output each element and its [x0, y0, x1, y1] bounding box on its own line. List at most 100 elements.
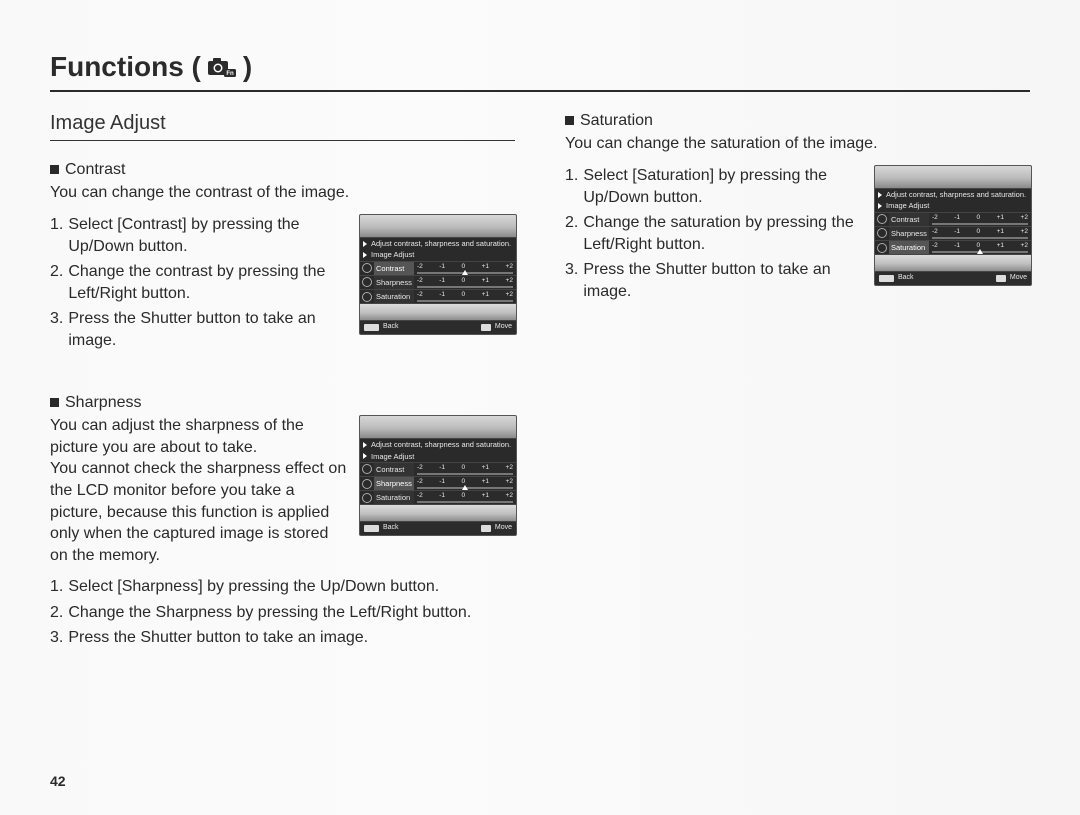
right-column: Saturation You can change the saturation…	[565, 110, 1030, 685]
lcd-row-label: Sharpness	[889, 226, 929, 240]
step-text: Change the contrast by pressing the Left…	[68, 261, 349, 304]
lcd-footer-back: Back	[898, 274, 914, 283]
sub-desc-sharpness-2: You cannot check the sharpness effect on…	[50, 458, 349, 566]
desc-and-lcd-sharpness: You can adjust the sharpness of the pict…	[50, 415, 515, 566]
lcd-footer: Back Move	[360, 521, 516, 535]
steps-sharpness: 1.Select [Sharpness] by pressing the Up/…	[50, 576, 515, 649]
steps-contrast: 1.Select [Contrast] by pressing the Up/D…	[50, 214, 349, 356]
step: 2.Change the Sharpness by pressing the L…	[50, 602, 515, 624]
lcd-row-label: Contrast	[374, 261, 414, 275]
lcd-row-label: Saturation	[374, 289, 414, 303]
lcd-title-row: Image Adjust	[875, 200, 1031, 211]
lcd-scale: -2-10+1+2	[929, 240, 1031, 254]
menu-button-icon	[364, 525, 379, 532]
lcd-preview-image	[875, 254, 1031, 271]
desc-block: You can adjust the sharpness of the pict…	[50, 415, 349, 566]
lcd-footer: Back Move	[360, 320, 516, 334]
square-bullet-icon	[565, 116, 574, 125]
step-text: Select [Sharpness] by pressing the Up/Do…	[68, 576, 439, 598]
subblock-contrast: Contrast You can change the contrast of …	[50, 159, 515, 356]
lcd-illustration: Adjust contrast, sharpness and saturatio…	[874, 165, 1030, 286]
lcd-footer-back: Back	[383, 524, 399, 533]
step-number: 3.	[50, 627, 63, 649]
sub-title-sharpness: Sharpness	[50, 392, 515, 414]
lcd-scale: -2-10+1+2	[414, 476, 516, 490]
lcd-scale: -2-10+1+2	[414, 462, 516, 476]
step-number: 1.	[50, 214, 63, 257]
contrast-icon	[360, 261, 374, 275]
lcd-title-row: Image Adjust	[360, 451, 516, 462]
page-title-text-before: Functions (	[50, 48, 201, 86]
step: 1.Select [Saturation] by pressing the Up…	[565, 165, 864, 208]
sub-desc-contrast: You can change the contrast of the image…	[50, 182, 515, 204]
manual-page: Functions ( Fn ) Image Adjust Contrast	[0, 0, 1080, 815]
step-text: Change the saturation by pressing the Le…	[583, 212, 864, 255]
saturation-icon	[360, 289, 374, 303]
page-title: Functions ( Fn )	[50, 48, 1030, 92]
lcd-preview-image	[875, 166, 1031, 188]
triangle-icon	[363, 453, 367, 459]
left-column: Image Adjust Contrast You can change the…	[50, 110, 515, 685]
step: 1.Select [Contrast] by pressing the Up/D…	[50, 214, 349, 257]
lcd-footer: Back Move	[875, 271, 1031, 285]
triangle-icon	[878, 192, 882, 198]
lcd-adjust-row-saturation: Saturation -2-10+1+2	[360, 289, 516, 303]
lcd-adjust-row-sharpness: Sharpness-2-10+1+2	[875, 226, 1031, 240]
menu-button-icon	[364, 324, 379, 331]
step-text: Press the Shutter button to take an imag…	[68, 627, 368, 649]
lcd-footer-move: Move	[495, 323, 512, 332]
square-bullet-icon	[50, 165, 59, 174]
slider-marker-icon	[462, 485, 468, 490]
step-number: 3.	[565, 259, 578, 302]
lcd-tip-row: Adjust contrast, sharpness and saturatio…	[875, 188, 1031, 200]
lcd-footer-move: Move	[1010, 274, 1027, 283]
page-title-text-after: )	[243, 48, 252, 86]
page-number: 42	[50, 772, 66, 791]
lcd-scale: -2-10+1+2	[929, 212, 1031, 226]
steps-saturation: 1.Select [Saturation] by pressing the Up…	[565, 165, 864, 307]
menu-button-icon	[879, 275, 894, 282]
step-text: Press the Shutter button to take an imag…	[68, 308, 349, 351]
slider-marker-icon	[977, 249, 983, 254]
lcd-footer-back: Back	[383, 323, 399, 332]
nav-button-icon	[481, 324, 491, 331]
triangle-icon	[878, 203, 882, 209]
lcd-footer-move: Move	[495, 524, 512, 533]
step-number: 1.	[50, 576, 63, 598]
step: 1.Select [Sharpness] by pressing the Up/…	[50, 576, 515, 598]
sub-title-contrast: Contrast	[50, 159, 515, 181]
lcd-adjust-row-contrast: Contrast-2-10+1+2	[875, 212, 1031, 226]
lcd-row-label: Sharpness	[374, 275, 414, 289]
step-text: Press the Shutter button to take an imag…	[583, 259, 864, 302]
step-number: 3.	[50, 308, 63, 351]
lcd-row-label: Contrast	[889, 212, 929, 226]
lcd-tip-text: Adjust contrast, sharpness and saturatio…	[371, 239, 511, 248]
nav-button-icon	[996, 275, 1006, 282]
lcd-illustration: Adjust contrast, sharpness and saturatio…	[359, 415, 515, 536]
triangle-icon	[363, 252, 367, 258]
step-text: Select [Contrast] by pressing the Up/Dow…	[68, 214, 349, 257]
sub-desc-saturation: You can change the saturation of the ima…	[565, 133, 1030, 155]
lcd-tip-text: Adjust contrast, sharpness and saturatio…	[371, 440, 511, 449]
lcd-tip-row: Adjust contrast, sharpness and saturatio…	[360, 237, 516, 249]
lcd-scale: -2-10+1+2	[929, 226, 1031, 240]
step: 3.Press the Shutter button to take an im…	[565, 259, 864, 302]
lcd-preview-image	[360, 215, 516, 237]
lcd-illustration: Adjust contrast, sharpness and saturatio…	[359, 214, 515, 335]
step-number: 1.	[565, 165, 578, 208]
step: 2.Change the contrast by pressing the Le…	[50, 261, 349, 304]
lcd-scale: -2-10+1+2	[414, 275, 516, 289]
step: 3.Press the Shutter button to take an im…	[50, 308, 349, 351]
saturation-icon	[360, 490, 374, 504]
sub-desc-sharpness-1: You can adjust the sharpness of the pict…	[50, 415, 349, 458]
sub-title-saturation: Saturation	[565, 110, 1030, 132]
slider-marker-icon	[462, 270, 468, 275]
lcd-adjust-row-sharpness: Sharpness -2-10+1+2	[360, 275, 516, 289]
lcd-title-text: Image Adjust	[371, 250, 414, 259]
lcd-adjust-row-contrast: Contrast-2-10+1+2	[360, 462, 516, 476]
triangle-icon	[363, 241, 367, 247]
sharpness-icon	[360, 275, 374, 289]
lcd-adjust-row-saturation: Saturation-2-10+1+2	[360, 490, 516, 504]
triangle-icon	[363, 442, 367, 448]
sub-title-label: Saturation	[580, 110, 653, 132]
